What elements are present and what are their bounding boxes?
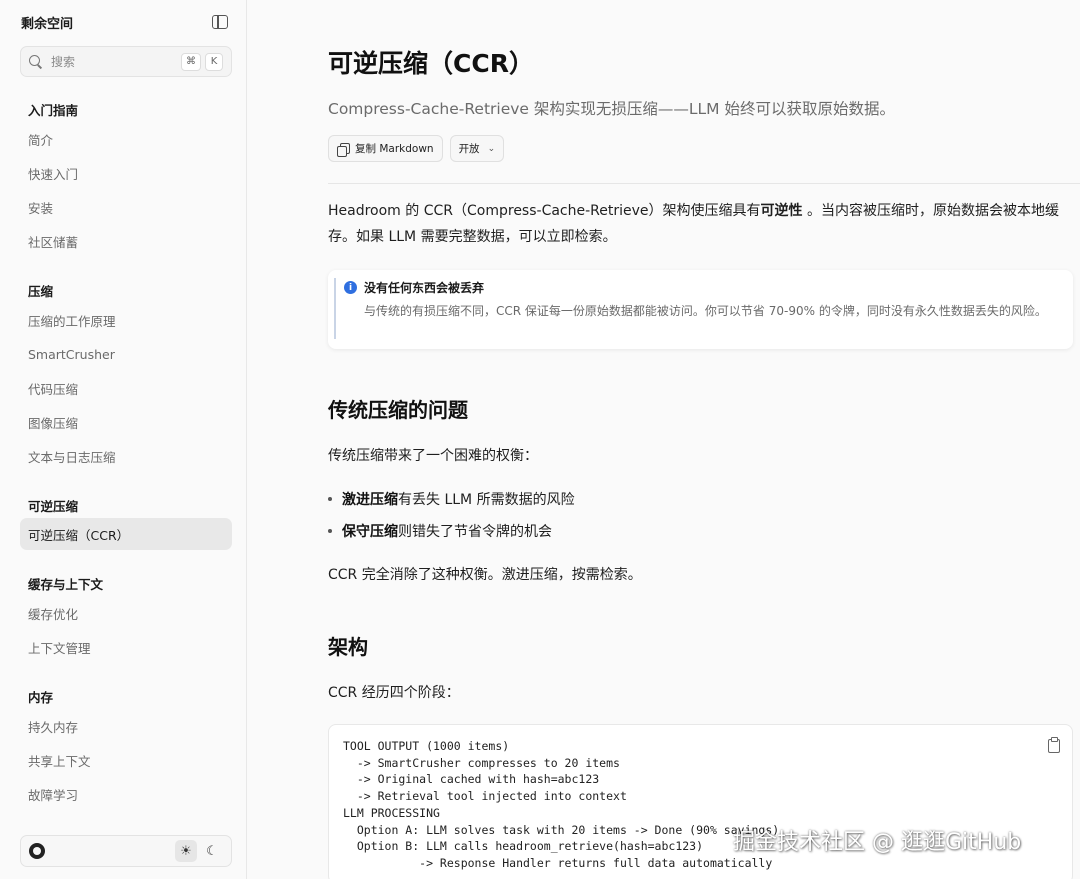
sidebar-item-install[interactable]: 安装 (20, 191, 232, 223)
open-dropdown-button[interactable]: 开放 ⌄ (449, 135, 505, 162)
bullet-text: 有丢失 LLM 所需数据的风险 (398, 492, 575, 508)
sidebar-item-cache-optimization[interactable]: 缓存优化 (20, 597, 232, 629)
section-traditional-problem-title: 传统压缩的问题 (328, 398, 468, 422)
sidebar-item-image-compression[interactable]: 图像压缩 (20, 406, 232, 438)
sidebar-item-persistent-memory[interactable]: 持久内存 (20, 710, 232, 742)
callout-body: 与传统的有损压缩不同，CCR 保证每一份原始数据都能被访问。你可以节省 70-9… (364, 304, 1047, 318)
light-theme-icon[interactable]: ☀ (175, 840, 197, 862)
intro-text-bold: 可逆性 (760, 203, 803, 219)
header-divider (328, 183, 1080, 184)
bullet-dot (328, 497, 332, 501)
github-icon[interactable] (29, 843, 45, 859)
sidebar-item-context-management[interactable]: 上下文管理 (20, 631, 232, 663)
nav-group-getting-started: 入门指南 (28, 103, 79, 118)
sidebar-item-quickstart[interactable]: 快速入门 (20, 157, 232, 189)
sidebar-item-intro[interactable]: 简介 (20, 123, 232, 155)
callout-title: 没有任何东西会被丢弃 (364, 281, 485, 295)
callout-accent-bar (334, 278, 336, 339)
bullet-bold: 激进压缩 (342, 492, 398, 508)
dark-theme-icon[interactable]: ☾ (201, 840, 223, 862)
sidebar-item-smartcrusher[interactable]: SmartCrusher (20, 338, 232, 370)
bullet-dot (328, 529, 332, 533)
nav-group-memory: 内存 (28, 690, 54, 705)
section-traditional-intro: 传统压缩带来了一个困难的权衡： (328, 448, 538, 464)
code-line: -> Retrieval tool injected into context (343, 789, 627, 804)
nav-group-reversible: 可逆压缩 (28, 499, 79, 514)
section-architecture-title: 架构 (328, 635, 368, 659)
sidebar-toggle-icon[interactable] (212, 15, 228, 29)
brand-title: 剩余空间 (21, 16, 74, 32)
sidebar-item-ccr[interactable]: 可逆压缩（CCR） (20, 518, 232, 550)
info-icon: i (344, 281, 357, 294)
chevron-down-icon: ⌄ (487, 143, 496, 154)
shortcut-k-key: K (205, 52, 223, 71)
shortcut-command-key: ⌘ (181, 52, 201, 71)
sidebar-item-code-compression[interactable]: 代码压缩 (20, 372, 232, 404)
nav-group-compression: 压缩 (28, 284, 54, 299)
sidebar-item-community-savings[interactable]: 社区储蓄 (20, 225, 232, 257)
sidebar-footer: ☀ ☾ (20, 835, 232, 867)
copy-markdown-button[interactable]: 复制 Markdown (328, 135, 443, 162)
sidebar: 剩余空间 搜索 ⌘ K 入门指南 简介 快速入门 安装 社区储蓄 压缩 压缩的工… (0, 0, 247, 879)
section-traditional-outro: CCR 完全消除了这种权衡。激进压缩，按需检索。 (328, 567, 642, 583)
watermark: 掘金技术社区 @ 逛逛GitHub (733, 830, 1022, 855)
page-actions: 复制 Markdown 开放 ⌄ (328, 135, 505, 162)
bullet-text: 则错失了节省令牌的机会 (398, 524, 552, 540)
code-line: LLM PROCESSING (343, 805, 440, 820)
page-title: 可逆压缩（CCR） (328, 49, 534, 78)
copy-markdown-label: 复制 Markdown (355, 143, 434, 155)
sidebar-item-failure-learning[interactable]: 故障学习 (20, 778, 232, 810)
clipboard-icon[interactable] (1048, 737, 1060, 753)
search-input[interactable]: 搜索 ⌘ K (20, 46, 232, 77)
nav-group-cache-context: 缓存与上下文 (28, 577, 104, 592)
main-content: 可逆压缩（CCR） Compress-Cache-Retrieve 架构实现无损… (247, 0, 1080, 879)
list-item: 保守压缩 则错失了节省令牌的机会 (328, 521, 552, 541)
sidebar-item-text-log-compression[interactable]: 文本与日志压缩 (20, 440, 232, 472)
code-line: -> Response Handler returns full data au… (343, 855, 773, 870)
info-callout: i 没有任何东西会被丢弃 与传统的有损压缩不同，CCR 保证每一份原始数据都能被… (328, 270, 1073, 349)
brand-row: 剩余空间 (21, 12, 228, 32)
theme-switch: ☀ ☾ (175, 840, 223, 862)
intro-text-post: 。当内容被压缩时，原始数据会被本地缓 (802, 203, 1059, 219)
search-placeholder: 搜索 (51, 55, 76, 69)
page-subtitle: Compress-Cache-Retrieve 架构实现无损压缩——LLM 始终… (328, 100, 895, 118)
sidebar-item-shared-context[interactable]: 共享上下文 (20, 744, 232, 776)
open-label: 开放 (458, 143, 480, 155)
code-line: -> Original cached with hash=abc123 (343, 772, 600, 787)
bullet-bold: 保守压缩 (342, 524, 398, 540)
intro-paragraph: Headroom 的 CCR（Compress-Cache-Retrieve）架… (328, 198, 1073, 250)
sidebar-item-how-compression-works[interactable]: 压缩的工作原理 (20, 304, 232, 336)
code-line: -> SmartCrusher compresses to 20 items (343, 755, 620, 770)
list-item: 激进压缩 有丢失 LLM 所需数据的风险 (328, 489, 575, 509)
intro-text-line2: 存。如果 LLM 需要完整数据，可以立即检索。 (328, 229, 617, 245)
search-icon (29, 55, 42, 68)
copy-icon (337, 142, 350, 157)
section-architecture-intro: CCR 经历四个阶段： (328, 685, 460, 701)
intro-text-pre: Headroom 的 CCR（Compress-Cache-Retrieve）架… (328, 203, 761, 219)
code-line: TOOL OUTPUT (1000 items) (343, 739, 510, 753)
